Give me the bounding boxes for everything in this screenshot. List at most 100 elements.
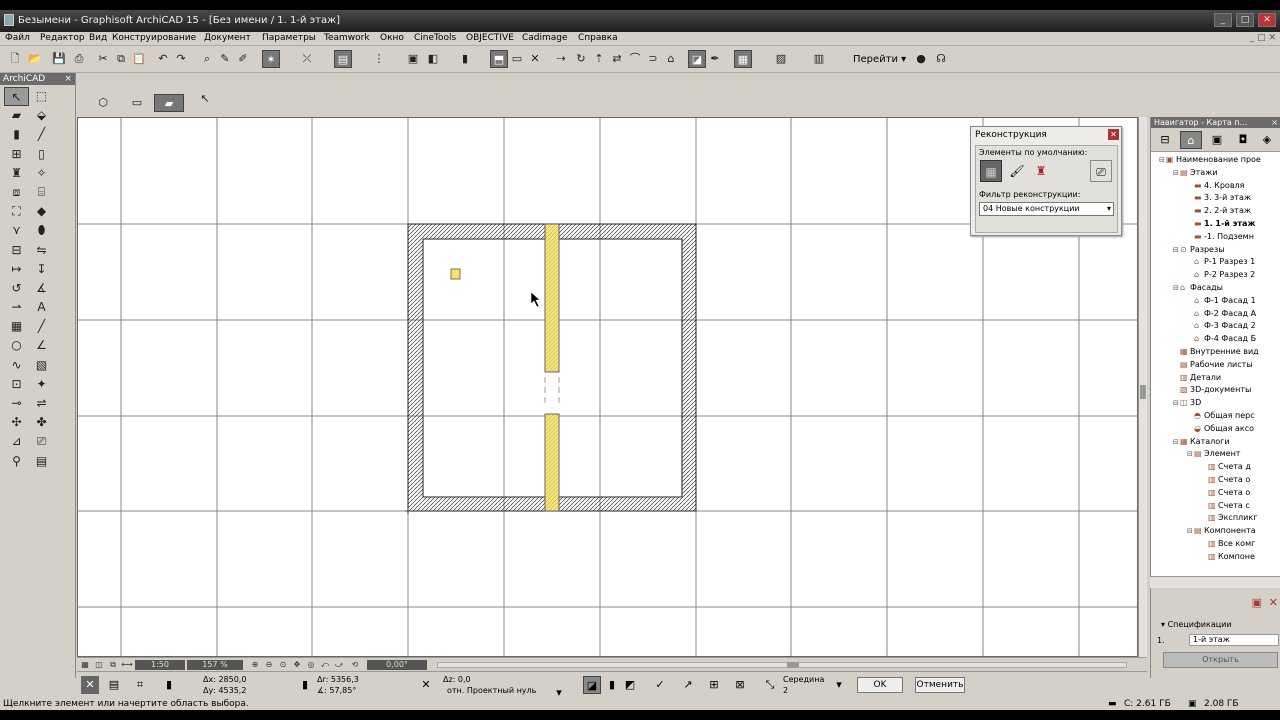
toolbox-close-icon[interactable]: × (64, 73, 72, 85)
maximize-button[interactable]: □ (1236, 13, 1254, 27)
level-dim-icon[interactable]: ↧ (29, 260, 54, 279)
tree-item[interactable]: ▬ 4. Кровля (1187, 180, 1244, 193)
stairs-icon[interactable]: ⌸ (29, 183, 54, 202)
scale-field[interactable]: 1:50 (135, 660, 185, 670)
grid-element-icon[interactable]: ⚲ (4, 452, 29, 471)
snap-grid-icon[interactable]: ⌗ (131, 676, 149, 694)
cursor-snap-icon[interactable]: ⊠ (731, 676, 749, 694)
text-icon[interactable]: A (29, 298, 54, 317)
move-icon[interactable]: ⇢ (552, 50, 570, 68)
column-icon[interactable]: ▮ (4, 125, 29, 144)
tree-item[interactable]: ▬ -1. Подземн (1187, 231, 1254, 244)
roof-icon[interactable]: ⛶ (4, 202, 29, 221)
elevate-icon[interactable]: ⇡ (590, 50, 608, 68)
tree-item[interactable]: ▥ Компоне (1201, 551, 1255, 564)
tree-item[interactable]: ▬ 2. 2-й этаж (1187, 205, 1251, 218)
tree-item[interactable]: ▥ Все комг (1201, 538, 1255, 551)
pen-set-icon[interactable]: ▮ (456, 50, 474, 68)
menu-item-design[interactable]: Конструирование (112, 33, 196, 43)
cube-icon[interactable]: ⬙ (29, 106, 54, 125)
tree-toggle-icon[interactable]: ⊟ (1173, 282, 1180, 294)
wall-icon[interactable]: ▰ (4, 106, 29, 125)
menu-item-objective[interactable]: OBJECTIVE (466, 33, 514, 43)
menu-item-teamwork[interactable]: Teamwork (324, 33, 370, 43)
horizontal-scrollbar[interactable] (437, 662, 1127, 668)
tree-item[interactable]: ⌂ Ф-4 Фасад Б (1187, 333, 1256, 346)
layout-book-tab-icon[interactable]: ▣ (1206, 131, 1228, 149)
tree-item[interactable]: ⊟▤ Элемент (1187, 448, 1240, 461)
new-icon[interactable]: 🗋 (6, 50, 24, 68)
tree-toggle-icon[interactable]: ⊟ (1187, 448, 1194, 460)
menu-item-window[interactable]: Окно (380, 33, 404, 43)
ok-button[interactable]: OK (857, 677, 903, 693)
open-icon[interactable]: 📂 (26, 50, 44, 68)
existing-status-icon[interactable]: ▦ (980, 160, 1002, 182)
eyedropper-icon[interactable]: ✎ (216, 50, 234, 68)
layers-icon[interactable]: ▣ (404, 50, 422, 68)
walk-icon[interactable]: ☊ (932, 50, 950, 68)
offset-icon[interactable]: ⊃ (644, 50, 662, 68)
previous-zoom-icon[interactable]: ⤺ (319, 660, 331, 670)
snap-method-icon[interactable]: ◪ (583, 676, 601, 694)
bounding-box-icon[interactable]: ▭ (508, 50, 526, 68)
dimension-icon[interactable]: ↦ (4, 260, 29, 279)
reconstruction-close-icon[interactable]: ✕ (1108, 129, 1119, 140)
goto-dropdown[interactable]: Перейти ▾ (850, 52, 908, 68)
close-element-icon[interactable]: ✕ (526, 50, 544, 68)
zoom-in-icon[interactable]: ⊕ (249, 660, 261, 670)
door-icon[interactable]: ▯ (29, 145, 54, 164)
camera-icon[interactable]: ⎚ (29, 432, 54, 451)
skylight-icon[interactable]: ⋎ (4, 221, 29, 240)
zoom-window-icon[interactable]: ◫ (93, 660, 105, 670)
zone-icon[interactable]: ⊡ (4, 375, 29, 394)
tree-item[interactable]: ▥ Счета д (1201, 461, 1251, 474)
3d-view-icon[interactable]: ◪ (688, 50, 706, 68)
radial-dim-icon[interactable]: ↺ (4, 279, 29, 298)
fill-icon[interactable]: ▦ (4, 317, 29, 336)
tree-toggle-icon[interactable]: ⊟ (1173, 397, 1180, 409)
pan-icon[interactable]: ✥ (291, 660, 303, 670)
navigator-close-icon[interactable]: × (1271, 117, 1278, 128)
canvas-vertical-scrollbar[interactable] (1138, 117, 1147, 657)
spline-icon[interactable]: ∿ (4, 356, 29, 375)
menu-item-document[interactable]: Документ (204, 33, 251, 43)
tree-item[interactable]: ◒ Общая аксо (1187, 423, 1254, 436)
zoom-field[interactable]: 157 % (187, 660, 243, 670)
settings-icon[interactable]: ▣ (1252, 596, 1262, 609)
pen-icon[interactable]: ✒ (706, 50, 724, 68)
grid-snap-icon[interactable]: ⋮ (370, 50, 388, 68)
worksheet-icon[interactable]: ✤ (29, 413, 54, 432)
tree-item[interactable]: ⌂ Ф-3 Фасад 2 (1187, 320, 1256, 333)
tree-item[interactable]: ⊟⊙ Разрезы (1173, 244, 1225, 257)
reconstruction-filter-select[interactable]: 04 Новые конструкции ▾ (979, 202, 1114, 216)
tree-item[interactable]: ▥ Экспликг (1201, 512, 1257, 525)
tree-toggle-icon[interactable]: ⊟ (1187, 525, 1194, 537)
gravity-icon[interactable]: ⊞ (705, 676, 723, 694)
tree-item[interactable]: ⊟▤ Этажи (1173, 167, 1218, 180)
relative-construction-icon[interactable]: ▤ (105, 676, 123, 694)
tree-item[interactable]: ▦ Внутренние вид (1173, 346, 1259, 359)
origin-icon[interactable]: ✕ (417, 676, 435, 694)
curve-icon[interactable]: ⌒ (626, 50, 644, 68)
suspend-groups-icon[interactable]: ⬒ (490, 50, 508, 68)
dx-lock-icon[interactable]: ▮ (163, 676, 175, 694)
close-button[interactable]: ✕ (1258, 13, 1276, 27)
tree-item[interactable]: ▥ Счета о (1201, 487, 1250, 500)
override-icon[interactable]: ⎚ (1090, 160, 1112, 182)
polyline-icon[interactable]: ∠ (29, 336, 54, 355)
elevation-icon[interactable]: ⇌ (29, 394, 54, 413)
tree-item[interactable]: ▥ Детали (1173, 372, 1221, 385)
tree-toggle-icon[interactable]: ⊟ (1159, 154, 1166, 166)
dr-lock-icon[interactable]: ▮ (299, 676, 311, 694)
rectangle-method-icon[interactable]: ▭ (128, 94, 146, 112)
rotate-view-icon[interactable]: ⟲ (349, 660, 361, 670)
beam-icon[interactable]: ╱ (29, 125, 54, 144)
tree-item[interactable]: ⌂ Р-1 Разрез 1 (1187, 256, 1255, 269)
demolish-status-icon[interactable]: 🖌 (1006, 160, 1028, 182)
print-icon[interactable]: ⎙ (70, 50, 88, 68)
vscroll-thumb[interactable] (1140, 385, 1146, 399)
constraint-icon[interactable]: ✓ (651, 676, 669, 694)
circle-icon[interactable]: ○ (4, 336, 29, 355)
layer-combo-icon[interactable]: ◧ (424, 50, 442, 68)
open-button[interactable]: Открыть (1163, 652, 1278, 668)
